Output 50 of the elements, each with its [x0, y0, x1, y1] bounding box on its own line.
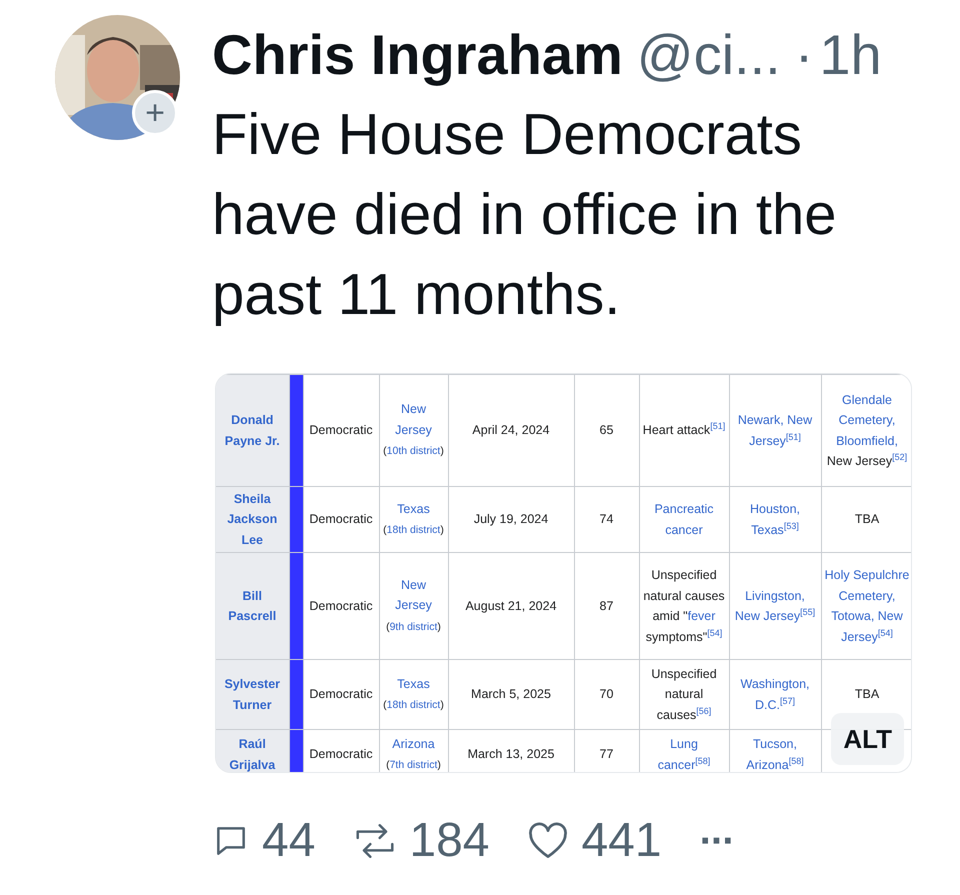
table-cell: Newark, New Jersey$^{[51]}$ — [729, 374, 821, 486]
table-cell: March 5, 2025 — [448, 660, 574, 730]
table-cell: Democratic — [303, 552, 379, 660]
action-count: 184 — [409, 813, 490, 869]
alt-badge[interactable]: ALT — [831, 713, 904, 765]
table-cell: Livingston, New Jersey$^{[55]}$ — [729, 552, 821, 660]
post-text: Five House Democrats have died in office in the past 11 months. — [212, 101, 838, 329]
more-button[interactable]: ··· — [700, 811, 734, 871]
table-cell: Washington, D.C.$^{[57]}$ — [729, 660, 821, 730]
table-cell: Glendale Cemetery, Bloomfield, New Jersey$^{[52]}$ — [821, 374, 911, 486]
table-cell: Democratic — [303, 486, 379, 552]
table-cell[interactable]: Sheila Jackson Lee — [216, 486, 289, 552]
author-handle[interactable]: @ci... — [636, 15, 781, 95]
table-cell: 65 — [574, 374, 639, 486]
table-cell[interactable]: Donald Payne Jr. — [216, 374, 289, 486]
table-cell: 70 — [574, 660, 639, 730]
table-cell: July 19, 2024 — [448, 486, 574, 552]
action-count: 44 — [262, 813, 316, 869]
table-cell: Texas (18th district) — [379, 660, 448, 730]
heart-icon[interactable] — [527, 822, 570, 860]
table-cell: New Jersey (10th district) — [379, 374, 448, 486]
table-cell[interactable]: Bill Pascrell — [216, 552, 289, 660]
table-cell: 77 — [574, 730, 639, 772]
table-cell: Lung cancer$^{[58]}$ — [639, 730, 729, 772]
table-cell: August 21, 2024 — [448, 552, 574, 660]
table-cell: Texas (18th district) — [379, 486, 448, 552]
table-cell: 74 — [574, 486, 639, 552]
table-cell[interactable]: Raúl Grijalva — [216, 730, 289, 772]
table-cell: Holy Sepulchre Cemetery, Totowa, New Jersey$^{[54]}$ — [821, 552, 911, 660]
table-cell: April 24, 2024 — [448, 374, 574, 486]
table-cell: Arizona (7th district) — [379, 730, 448, 772]
table-cell: TBA — [821, 486, 911, 552]
table-cell[interactable]: Sylvester Turner — [216, 660, 289, 730]
table-cell: 87 — [574, 552, 639, 660]
table-cell: Democratic — [303, 660, 379, 730]
separator-dot: · — [794, 22, 814, 88]
table-cell: March 13, 2025 — [448, 730, 574, 772]
action-count: 441 — [581, 813, 662, 869]
table-cell: Houston, Texas$^{[53]}$ — [729, 486, 821, 552]
post-time[interactable]: 1h — [819, 15, 882, 95]
table-cell: Unspecified natural causes amid "fever symptoms"$^{[54]}$ — [639, 552, 729, 660]
table-cell: Democratic — [303, 374, 379, 486]
table-cell: New Jersey (9th district) — [379, 552, 448, 660]
table-cell: Heart attack$^{[51]}$ — [639, 374, 729, 486]
author-name[interactable]: Chris Ingraham — [212, 15, 623, 95]
table-cell: Pancreatic cancer — [639, 486, 729, 552]
table-cell: Unspecified natural causes$^{[56]}$ — [639, 660, 729, 730]
table-screenshot[interactable] — [215, 373, 912, 773]
table-cell: Democratic — [303, 730, 379, 772]
table-cell: Tucson, Arizona$^{[58]}$ — [729, 730, 821, 772]
